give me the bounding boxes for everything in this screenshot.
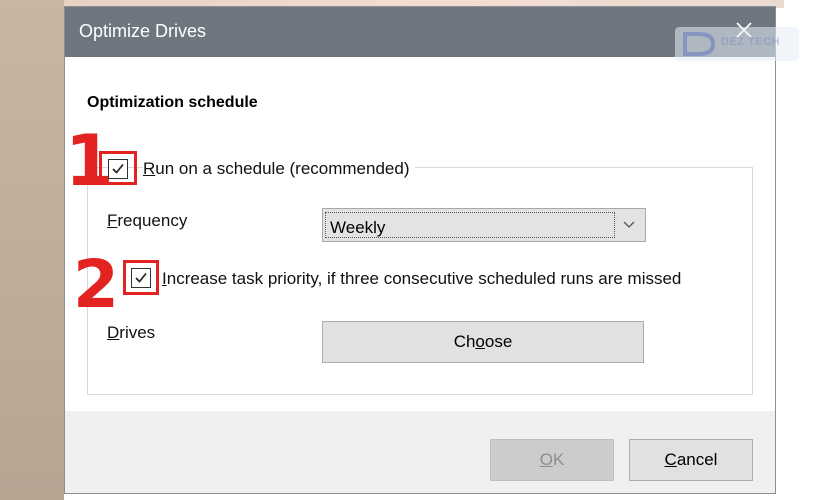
checkmark-icon bbox=[135, 272, 147, 283]
annotation-number-2: 2 bbox=[73, 246, 119, 323]
watermark-text: DEZ TECH bbox=[721, 36, 780, 48]
choose-drives-button[interactable]: Choose bbox=[322, 321, 644, 363]
run-on-schedule-checkbox[interactable] bbox=[108, 159, 128, 179]
section-title: Optimization schedule bbox=[87, 94, 258, 111]
chevron-down-icon bbox=[623, 221, 635, 228]
optimize-drives-dialog: Optimize Drives DEZ TECH Optimization sc… bbox=[64, 6, 799, 494]
frequency-selected-value: Weekly bbox=[330, 218, 386, 237]
increase-priority-checkbox[interactable] bbox=[131, 268, 151, 288]
checkmark-icon bbox=[112, 163, 124, 174]
run-on-schedule-label: Run on a schedule (recommended) bbox=[143, 159, 416, 179]
background-strip bbox=[0, 0, 64, 500]
increase-priority-label: Increase task priority, if three consecu… bbox=[162, 269, 682, 288]
dialog-footer: OK Cancel bbox=[65, 411, 775, 493]
watermark-logo-icon bbox=[683, 32, 716, 56]
ok-button[interactable]: OK bbox=[490, 439, 614, 481]
window-title: Optimize Drives bbox=[79, 21, 207, 41]
frequency-dropdown[interactable]: Weekly bbox=[322, 208, 646, 242]
frequency-label: Frequency bbox=[107, 211, 188, 230]
drives-label: Drives bbox=[107, 323, 156, 342]
title-bar: Optimize Drives bbox=[65, 7, 775, 57]
watermark: DEZ TECH bbox=[675, 27, 799, 61]
cancel-button[interactable]: Cancel bbox=[629, 439, 753, 481]
frequency-focus-ring: Weekly bbox=[325, 212, 615, 238]
